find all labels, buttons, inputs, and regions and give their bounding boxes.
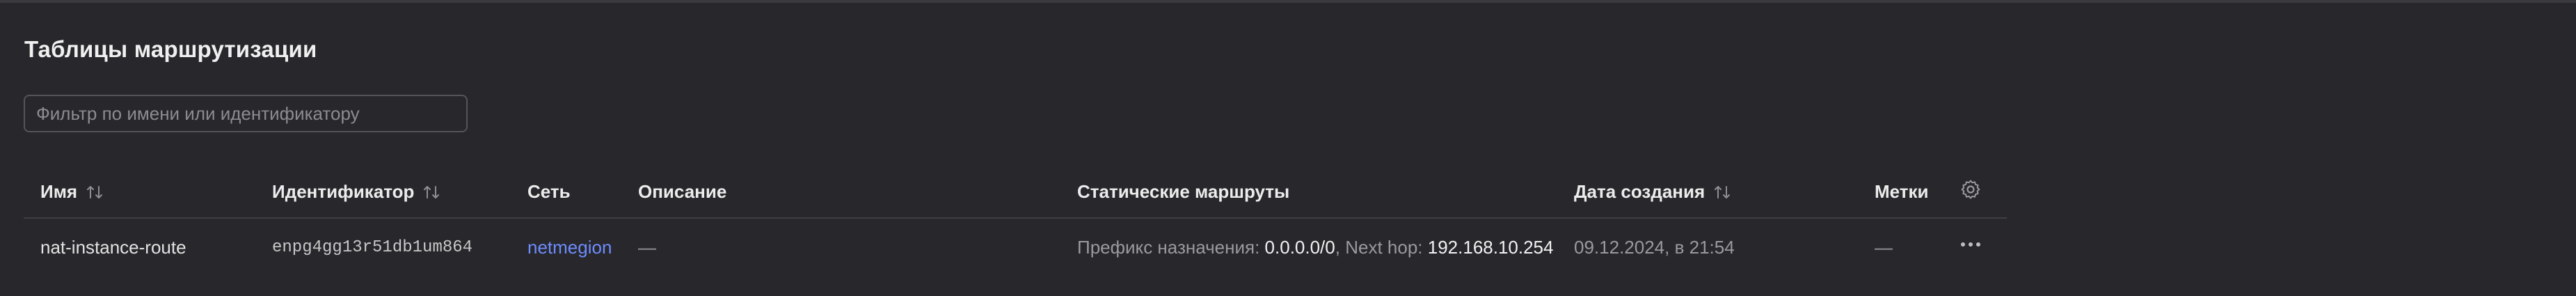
route-separator: , [1335, 237, 1340, 258]
column-header-labels: Метки [1875, 181, 1929, 203]
column-header-name[interactable]: Имя [40, 181, 104, 203]
column-header-created[interactable]: Дата создания [1574, 181, 1731, 203]
sort-arrows-icon[interactable] [86, 184, 104, 201]
row-id: enpg4gg13r51db1um864 [272, 238, 473, 257]
column-header-id-label: Идентификатор [272, 181, 415, 202]
column-header-description-label: Описание [638, 181, 727, 202]
more-horizontal-icon[interactable] [1957, 234, 1985, 255]
sort-arrows-icon[interactable] [1713, 184, 1731, 201]
row-description: — [638, 237, 656, 258]
route-nexthop-value: 192.168.10.254 [1427, 237, 1554, 258]
route-nexthop-label: Next hop: [1345, 237, 1423, 258]
routing-tables-page: Таблицы маршрутизации Имя Идентификатор … [0, 3, 2576, 296]
routing-tables-table: Имя Идентификатор Сеть Описание Статичес… [24, 169, 2007, 277]
route-prefix-value: 0.0.0.0/0 [1264, 237, 1335, 258]
row-labels: — [1875, 237, 1893, 258]
column-header-network: Сеть [527, 181, 571, 203]
column-header-created-label: Дата создания [1574, 181, 1706, 202]
sort-arrows-icon[interactable] [422, 184, 440, 201]
page-title: Таблицы маршрутизации [24, 36, 317, 62]
row-name[interactable]: nat-instance-route [40, 237, 186, 258]
column-header-labels-label: Метки [1875, 181, 1929, 202]
table-header: Имя Идентификатор Сеть Описание Статичес… [24, 169, 2007, 219]
filter-input[interactable] [24, 95, 468, 132]
column-header-name-label: Имя [40, 181, 78, 202]
column-header-description: Описание [638, 181, 726, 203]
gear-icon[interactable] [1959, 178, 1982, 201]
row-created: 09.12.2024, в 21:54 [1574, 237, 1735, 258]
row-network-link[interactable]: netmegion [527, 237, 612, 258]
column-header-static-routes: Статические маршруты [1077, 181, 1289, 203]
row-static-routes: Префикс назначения: 0.0.0.0/0, Next hop:… [1077, 237, 1553, 258]
route-prefix-label: Префикс назначения: [1077, 237, 1260, 258]
column-header-network-label: Сеть [527, 181, 571, 202]
table-row[interactable]: nat-instance-route enpg4gg13r51db1um864 … [24, 219, 2007, 277]
column-header-static-routes-label: Статические маршруты [1077, 181, 1290, 202]
column-header-id[interactable]: Идентификатор [272, 181, 440, 203]
